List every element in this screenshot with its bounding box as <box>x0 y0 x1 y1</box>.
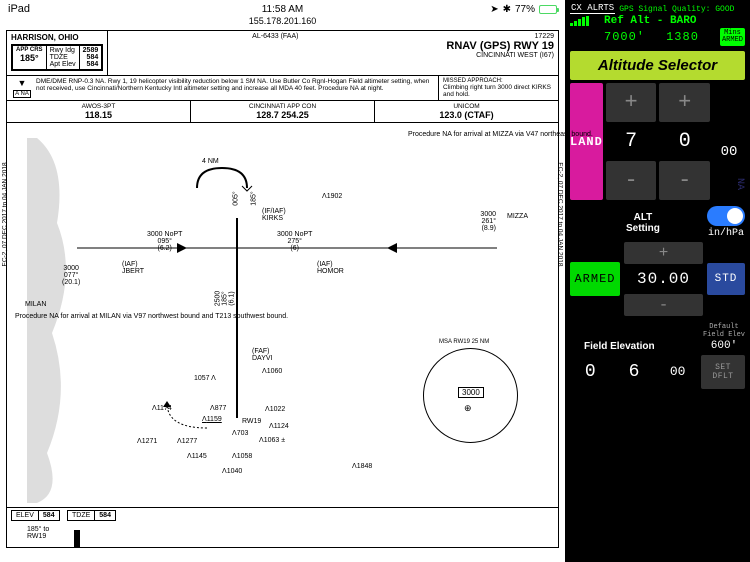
baro-plus-button[interactable]: + <box>624 242 703 264</box>
missed-approach-text: Climbing right turn 3000 direct KIRKS an… <box>443 84 554 98</box>
field-elevation-label: Field Elevation <box>570 341 655 352</box>
alt-hundreds-minus-button[interactable]: - <box>659 161 710 200</box>
plan-view[interactable]: EC-2, 07 DEC 2017 to 04 JAN 2018 EC-2, 0… <box>6 123 559 508</box>
std-button[interactable]: STD <box>707 263 745 295</box>
alt-thousands-plus-button[interactable]: + <box>606 83 657 122</box>
location-icon: ➤ <box>490 4 498 15</box>
unit-toggle[interactable] <box>707 206 745 226</box>
notes-row: ▼ A NA DME/DME RNP-0.3 NA. Rwy 1, 19 hel… <box>6 76 559 101</box>
approach-chart-panel[interactable]: iPad 11:58 AM ➤ ✱ 77% 155.178.201.160 HA… <box>0 0 565 562</box>
chart-title: RNAV (GPS) RWY 19 <box>446 40 554 52</box>
fix-mizza: MIZZA <box>507 213 528 220</box>
altitude-readout: 7000' <box>604 30 645 44</box>
land-button[interactable]: LAND <box>570 83 603 200</box>
app-crs-value: 185° <box>16 53 43 63</box>
elev-box: ELEV584 <box>11 510 60 521</box>
frequency-row: AWOS-3PT118.15 CINCINNATI APP CON128.7 2… <box>6 101 559 123</box>
device-label: iPad <box>8 3 30 15</box>
alt-setting-label: ALT Setting <box>626 212 660 234</box>
msa-circle: MSA RW19 25 NM 3000 ⊕ <box>423 348 518 443</box>
battery-pct: 77% <box>515 4 535 15</box>
default-field-elev-label: Default Field Elev 600' <box>703 324 745 351</box>
alt-hundreds-value: 0 <box>659 124 710 159</box>
fe-thousands-value[interactable]: 0 <box>570 359 611 385</box>
al-code: AL-6433 (FAA) <box>112 33 438 40</box>
missed-turn-icon <box>157 393 217 433</box>
altitude-selector-button[interactable]: Altitude Selector <box>570 51 745 80</box>
bluetooth-icon: ✱ <box>503 4 511 15</box>
fe-tens-value[interactable]: 00 <box>657 361 698 382</box>
runway-icon <box>62 530 92 548</box>
set-default-button[interactable]: SET DFLT <box>701 355 745 389</box>
chart-notes: DME/DME RNP-0.3 NA. Rwy 1, 19 helicopter… <box>33 78 434 98</box>
note-southwest: Procedure NA for arrival at MILAN via V9… <box>15 313 165 320</box>
altitude-picker: LAND + 7 - + 0 - 00 NA <box>570 83 745 200</box>
baro-value: 30.00 <box>624 266 703 292</box>
na-indicator: NA <box>713 168 745 200</box>
baro-minus-button[interactable]: - <box>624 294 703 316</box>
clock: 11:58 AM <box>262 4 304 15</box>
alt-tens-value: 00 <box>713 138 745 166</box>
altitude-control-panel: CX ALRTS GPS Signal Quality: GOOD Ref Al… <box>565 0 750 562</box>
alt-1902: Λ1902 <box>322 193 342 200</box>
rw19-label: RW19 <box>242 418 261 425</box>
armed-button[interactable]: ARMED <box>570 262 620 296</box>
warning-icon: ▼ <box>18 78 27 88</box>
chart-subtitle: CINCINNATI WEST (I67) <box>446 52 554 59</box>
rwy-heading-note: 185° to RW19 <box>27 526 49 540</box>
alt-thousands-minus-button[interactable]: - <box>606 161 657 200</box>
fix-jbert: (IAF) JBERT <box>122 261 144 275</box>
note-northeast: Procedure NA for arrival at MIZZA via V4… <box>408 131 528 138</box>
edge-date-left: EC-2, 07 DEC 2017 to 04 JAN 2018 <box>2 162 9 266</box>
ios-status-bar: iPad 11:58 AM ➤ ✱ 77% <box>0 0 565 18</box>
baro-readout: 1380 <box>666 30 699 44</box>
final-course-line <box>235 218 239 418</box>
fix-milan: MILAN <box>25 301 46 308</box>
fix-kirks: (IF/IAF) KIRKS <box>262 208 286 222</box>
tdze-box: TDZE584 <box>67 510 116 521</box>
fe-hundreds-value[interactable]: 6 <box>614 359 655 385</box>
alt-thousands-value: 7 <box>606 124 657 159</box>
gps-quality-label: GPS Signal Quality: GOOD <box>619 5 734 14</box>
chart-number: 17229 <box>446 33 554 40</box>
profile-view: ELEV584 TDZE584 185° to RW19 <box>6 508 559 548</box>
fix-homor: (IAF) HOMOR <box>317 261 344 275</box>
signal-bars-icon <box>570 16 600 26</box>
location-name: HARRISON, OHIO <box>11 33 103 42</box>
ref-alt-label: Ref Alt - BARO <box>604 15 696 27</box>
battery-icon <box>539 5 557 14</box>
chart-header: HARRISON, OHIO APP CRS 185° Rwy Idg TDZE… <box>6 30 559 76</box>
edge-date-right: EC-2, 07 DEC 2017 to 04 JAN 2018 <box>557 162 564 266</box>
unit-label: in/hPa <box>708 228 744 239</box>
na-icon: A NA <box>13 90 31 98</box>
holding-pattern-icon <box>187 163 257 203</box>
fix-dayvi: (FAF) DAYVI <box>252 348 273 362</box>
cx-alerts-button[interactable]: CX ALRTS <box>570 4 615 14</box>
msa-center-icon: ⊕ <box>464 403 472 414</box>
mins-armed-badge[interactable]: Mins ARMED <box>720 28 745 46</box>
alt-hundreds-plus-button[interactable]: + <box>659 83 710 122</box>
